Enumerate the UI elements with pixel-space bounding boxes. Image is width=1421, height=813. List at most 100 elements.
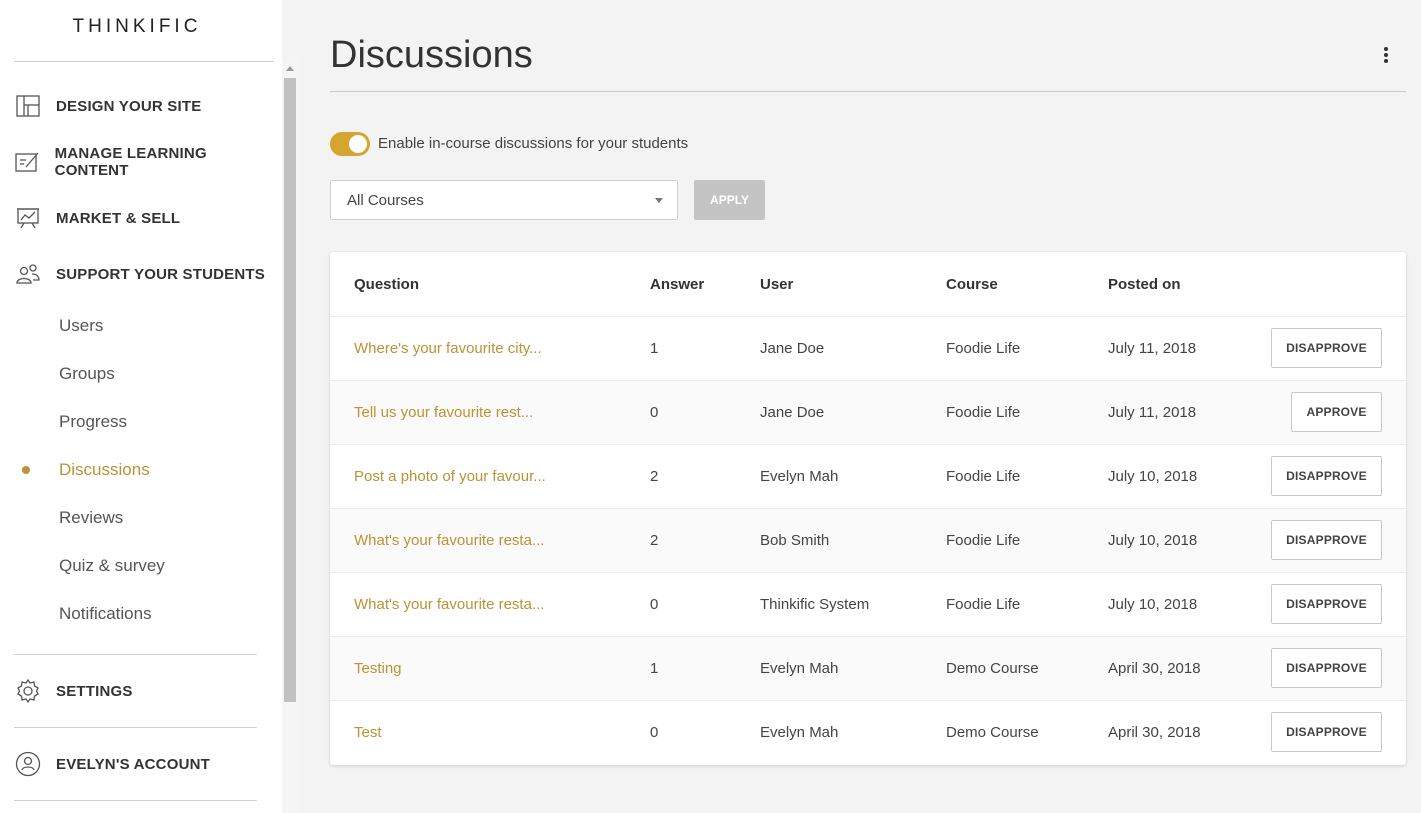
active-indicator-dot (22, 466, 30, 474)
course-filter-value: All Courses (347, 192, 424, 209)
user-name: Evelyn Mah (760, 468, 839, 485)
user-name: Bob Smith (760, 532, 830, 549)
answer-count: 2 (650, 532, 659, 549)
course-name: Demo Course (946, 724, 1039, 741)
sidebar-item-progress[interactable]: Progress (59, 410, 127, 434)
header-question[interactable]: Question (354, 276, 419, 293)
header-user[interactable]: User (760, 276, 793, 293)
disapprove-button[interactable]: DISAPPROVE (1271, 456, 1382, 496)
user-name: Jane Doe (760, 340, 825, 357)
question-link[interactable]: Post a photo of your favour... (354, 468, 546, 485)
sidebar-item-discussions[interactable]: Discussions (59, 458, 150, 482)
question-link[interactable]: What's your favourite resta... (354, 596, 544, 613)
main-content: Discussions Enable in-course discussions… (298, 0, 1421, 813)
edit-content-icon (14, 148, 41, 176)
caret-down-icon (655, 198, 663, 203)
sidebar-item-users[interactable]: Users (59, 314, 103, 338)
answer-count: 0 (650, 404, 659, 421)
answer-count: 2 (650, 468, 659, 485)
nav-label: MANAGE LEARNING CONTENT (54, 145, 207, 179)
nav-label: EVELYN'S ACCOUNT (56, 755, 211, 773)
header-posted-on[interactable]: Posted on (1108, 276, 1181, 293)
nav-settings[interactable]: SETTINGS (14, 674, 274, 708)
posted-date: April 30, 2018 (1108, 724, 1201, 741)
posted-date: July 10, 2018 (1108, 468, 1198, 485)
question-link[interactable]: What's your favourite resta... (354, 532, 544, 549)
disapprove-button[interactable]: DISAPPROVE (1271, 648, 1382, 688)
people-icon (14, 260, 42, 288)
user-name: Evelyn Mah (760, 724, 839, 741)
sidebar: THINKIFIC DESIGN YOUR SITE MANAGE LEARNI… (0, 0, 282, 813)
apply-button[interactable]: APPLY (694, 180, 765, 220)
course-name: Foodie Life (946, 340, 1021, 357)
table-row: Post a photo of your favour... 2 Evelyn … (330, 444, 1406, 508)
toggle-knob (349, 135, 367, 153)
gear-icon (14, 677, 42, 705)
sidebar-divider (14, 727, 257, 728)
layout-icon (14, 92, 42, 120)
nav-label: MARKET & SELL (56, 209, 181, 227)
course-name: Foodie Life (946, 532, 1021, 549)
table-row: What's your favourite resta... 2 Bob Smi… (330, 508, 1406, 572)
course-name: Foodie Life (946, 468, 1021, 485)
more-options-icon[interactable] (1378, 44, 1394, 66)
toggle-label: Enable in-course discussions for your st… (378, 135, 689, 152)
answer-count: 0 (650, 596, 659, 613)
course-name: Demo Course (946, 660, 1039, 677)
question-link[interactable]: Tell us your favourite rest... (354, 404, 533, 421)
user-name: Evelyn Mah (760, 660, 839, 677)
user-name: Jane Doe (760, 404, 825, 421)
sidebar-divider (14, 654, 257, 655)
disapprove-button[interactable]: DISAPPROVE (1271, 328, 1382, 368)
table-row: Testing 1 Evelyn Mah Demo Course April 3… (330, 636, 1406, 700)
question-link[interactable]: Testing (354, 660, 402, 677)
nav-market-and-sell[interactable]: MARKET & SELL (14, 201, 274, 235)
posted-date: July 11, 2018 (1108, 404, 1197, 421)
logo-divider (14, 61, 274, 62)
approve-button[interactable]: APPROVE (1291, 392, 1382, 432)
course-name: Foodie Life (946, 596, 1021, 613)
nav-label: SUPPORT YOUR STUDENTS (56, 265, 265, 283)
table-row: Where's your favourite city... 1 Jane Do… (330, 316, 1406, 380)
course-name: Foodie Life (946, 404, 1021, 421)
disapprove-button[interactable]: DISAPPROVE (1271, 584, 1382, 624)
header-answer[interactable]: Answer (650, 276, 704, 293)
nav-label: DESIGN YOUR SITE (56, 97, 202, 115)
header-course[interactable]: Course (946, 276, 998, 293)
scrollbar-thumb[interactable] (284, 78, 296, 702)
discussions-toggle[interactable] (330, 132, 370, 156)
nav-support-your-students[interactable]: SUPPORT YOUR STUDENTS (14, 257, 274, 291)
user-name: Thinkific System (760, 596, 870, 613)
nav-manage-learning-content[interactable]: MANAGE LEARNING CONTENT (14, 145, 274, 179)
table-row: What's your favourite resta... 0 Thinkif… (330, 572, 1406, 636)
disapprove-button[interactable]: DISAPPROVE (1271, 712, 1382, 752)
posted-date: April 30, 2018 (1108, 660, 1201, 677)
sidebar-item-reviews[interactable]: Reviews (59, 506, 123, 530)
posted-date: July 11, 2018 (1108, 340, 1197, 357)
sidebar-item-notifications[interactable]: Notifications (59, 602, 152, 626)
sidebar-divider (14, 800, 257, 801)
page-title: Discussions (330, 34, 533, 76)
thinkific-logo[interactable]: THINKIFIC (0, 16, 274, 38)
nav-label: SETTINGS (56, 682, 133, 700)
presentation-chart-icon (14, 204, 42, 232)
question-link[interactable]: Test (354, 724, 382, 741)
question-link[interactable]: Where's your favourite city... (354, 340, 542, 357)
table-row: Test 0 Evelyn Mah Demo Course April 30, … (330, 700, 1406, 764)
title-divider (330, 91, 1406, 92)
disapprove-button[interactable]: DISAPPROVE (1271, 520, 1382, 560)
user-account-icon (14, 750, 42, 778)
course-filter-select[interactable]: All Courses (330, 180, 678, 220)
answer-count: 0 (650, 724, 659, 741)
discussions-table: Question Answer User Course Posted on Wh… (330, 252, 1406, 765)
nav-account[interactable]: EVELYN'S ACCOUNT (14, 747, 274, 781)
posted-date: July 10, 2018 (1108, 596, 1198, 613)
answer-count: 1 (650, 660, 659, 677)
posted-date: July 10, 2018 (1108, 532, 1198, 549)
scroll-up-arrow-icon[interactable] (286, 66, 294, 71)
sidebar-item-groups[interactable]: Groups (59, 362, 115, 386)
table-row: Tell us your favourite rest... 0 Jane Do… (330, 380, 1406, 444)
answer-count: 1 (650, 340, 659, 357)
sidebar-item-quiz-survey[interactable]: Quiz & survey (59, 554, 165, 578)
nav-design-your-site[interactable]: DESIGN YOUR SITE (14, 89, 274, 123)
